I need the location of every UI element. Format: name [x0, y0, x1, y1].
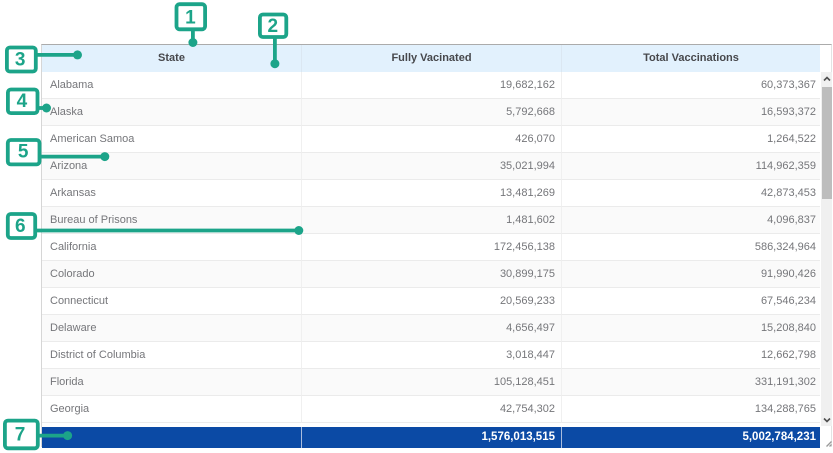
svg-text:5: 5 [18, 141, 29, 162]
svg-text:6: 6 [15, 216, 26, 237]
svg-text:7: 7 [15, 424, 26, 445]
svg-text:4: 4 [17, 91, 28, 112]
svg-text:3: 3 [15, 49, 26, 70]
svg-text:1: 1 [185, 7, 196, 28]
svg-text:2: 2 [268, 16, 279, 37]
